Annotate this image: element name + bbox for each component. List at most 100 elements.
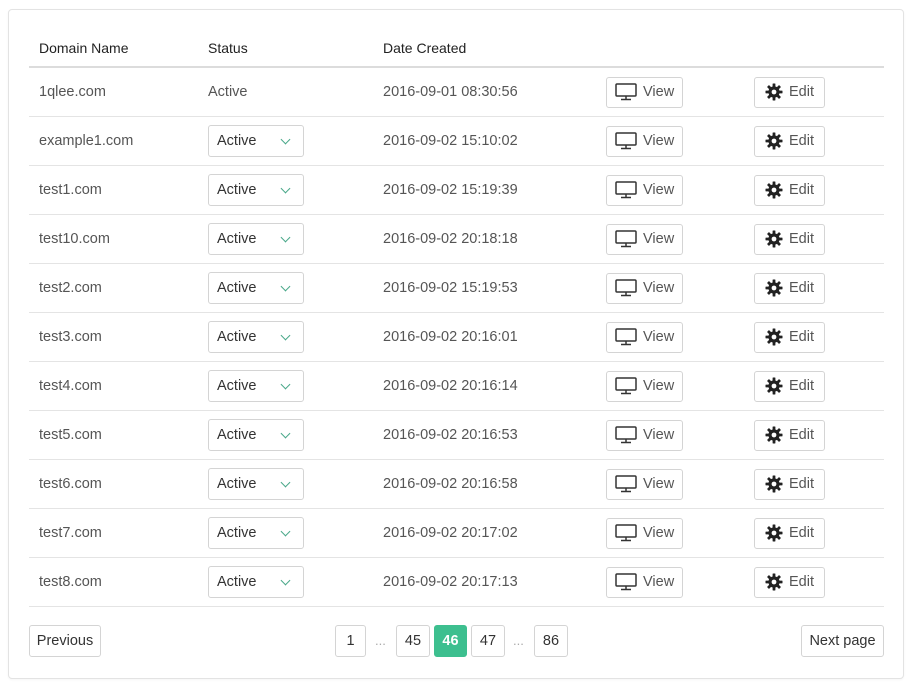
page-45-button[interactable]: 45 (396, 625, 430, 657)
date-created: 2016-09-02 20:17:13 (383, 574, 518, 590)
view-button[interactable]: View (606, 125, 683, 157)
monitor-icon (615, 279, 637, 297)
page-86-button[interactable]: 86 (534, 625, 568, 657)
domain-name: test8.com (39, 574, 102, 590)
previous-button[interactable]: Previous (29, 625, 101, 657)
status-select[interactable]: Active (208, 566, 304, 598)
view-button[interactable]: View (606, 321, 683, 353)
status-select[interactable]: Active (208, 419, 304, 451)
monitor-icon (615, 230, 637, 248)
status-select[interactable]: Active (208, 223, 304, 255)
view-button[interactable]: View (606, 419, 683, 451)
status-select-value: Active (217, 280, 257, 296)
status-select[interactable]: Active (208, 125, 304, 157)
status-select[interactable]: Active (208, 174, 304, 206)
pagination-ellipsis: ... (513, 633, 524, 648)
date-created: 2016-09-02 15:19:39 (383, 182, 518, 198)
status-select[interactable]: Active (208, 370, 304, 402)
page-46-button-current[interactable]: 46 (434, 625, 467, 657)
page-47-button[interactable]: 47 (471, 625, 505, 657)
table-row: test5.com Active 2016-09-02 20:16:53 Vie… (29, 411, 884, 460)
status-select[interactable]: Active (208, 321, 304, 353)
gear-icon (765, 328, 783, 346)
date-created: 2016-09-02 20:16:01 (383, 329, 518, 345)
view-button-label: View (643, 574, 675, 590)
date-created: 2016-09-02 20:16:58 (383, 476, 518, 492)
edit-button[interactable]: Edit (754, 272, 825, 304)
status-select[interactable]: Active (208, 468, 304, 500)
next-page-button[interactable]: Next page (801, 625, 884, 657)
edit-button[interactable]: Edit (754, 419, 825, 451)
domain-name: test3.com (39, 329, 102, 345)
status-select-value: Active (217, 525, 257, 541)
edit-button[interactable]: Edit (754, 125, 825, 157)
domain-name: test7.com (39, 525, 102, 541)
domain-name: test4.com (39, 378, 102, 394)
header-status: Status (208, 40, 248, 56)
view-button[interactable]: View (606, 517, 683, 549)
edit-button-label: Edit (789, 231, 814, 247)
date-created: 2016-09-02 15:19:53 (383, 280, 518, 296)
edit-button[interactable]: Edit (754, 370, 825, 402)
view-button[interactable]: View (606, 468, 683, 500)
date-created: 2016-09-01 08:30:56 (383, 84, 518, 100)
view-button-label: View (643, 280, 675, 296)
monitor-icon (615, 573, 637, 591)
table-row: test8.com Active 2016-09-02 20:17:13 Vie… (29, 558, 884, 607)
edit-button[interactable]: Edit (754, 566, 825, 598)
status-select-value: Active (217, 378, 257, 394)
table-row: example1.com Active 2016-09-02 15:10:02 … (29, 117, 884, 166)
status-select[interactable]: Active (208, 517, 304, 549)
edit-button[interactable]: Edit (754, 223, 825, 255)
domain-name: example1.com (39, 133, 134, 149)
gear-icon (765, 181, 783, 199)
pagination: Previous 1 ... 45 46 47 ... 86 Next page (29, 625, 884, 657)
status-select[interactable]: Active (208, 272, 304, 304)
edit-button[interactable]: Edit (754, 174, 825, 206)
table-row: test4.com Active 2016-09-02 20:16:14 Vie… (29, 362, 884, 411)
chevron-down-icon (280, 428, 291, 438)
status-select-value: Active (217, 329, 257, 345)
monitor-icon (615, 83, 637, 101)
monitor-icon (615, 328, 637, 346)
view-button-label: View (643, 182, 675, 198)
monitor-icon (615, 377, 637, 395)
edit-button-label: Edit (789, 525, 814, 541)
view-button[interactable]: View (606, 566, 683, 598)
chevron-down-icon (280, 134, 291, 144)
view-button[interactable]: View (606, 370, 683, 402)
gear-icon (765, 426, 783, 444)
table-row: test1.com Active 2016-09-02 15:19:39 Vie… (29, 166, 884, 215)
gear-icon (765, 475, 783, 493)
date-created: 2016-09-02 20:18:18 (383, 231, 518, 247)
table-row: test10.com Active 2016-09-02 20:18:18 Vi… (29, 215, 884, 264)
chevron-down-icon (280, 526, 291, 536)
view-button-label: View (643, 525, 675, 541)
page-1-button[interactable]: 1 (335, 625, 366, 657)
monitor-icon (615, 181, 637, 199)
date-created: 2016-09-02 20:16:53 (383, 427, 518, 443)
monitor-icon (615, 475, 637, 493)
view-button[interactable]: View (606, 272, 683, 304)
edit-button[interactable]: Edit (754, 76, 825, 108)
edit-button-label: Edit (789, 84, 814, 100)
domain-name: test2.com (39, 280, 102, 296)
domain-name: test6.com (39, 476, 102, 492)
edit-button[interactable]: Edit (754, 321, 825, 353)
edit-button-label: Edit (789, 133, 814, 149)
gear-icon (765, 83, 783, 101)
view-button[interactable]: View (606, 223, 683, 255)
status-select-value: Active (217, 574, 257, 590)
edit-button[interactable]: Edit (754, 517, 825, 549)
view-button[interactable]: View (606, 76, 683, 108)
date-created: 2016-09-02 20:16:14 (383, 378, 518, 394)
table-row: test7.com Active 2016-09-02 20:17:02 Vie… (29, 509, 884, 558)
edit-button[interactable]: Edit (754, 468, 825, 500)
gear-icon (765, 524, 783, 542)
date-created: 2016-09-02 20:17:02 (383, 525, 518, 541)
monitor-icon (615, 524, 637, 542)
view-button[interactable]: View (606, 174, 683, 206)
status-text: Active (208, 84, 248, 100)
status-select-value: Active (217, 133, 257, 149)
status-select-value: Active (217, 427, 257, 443)
